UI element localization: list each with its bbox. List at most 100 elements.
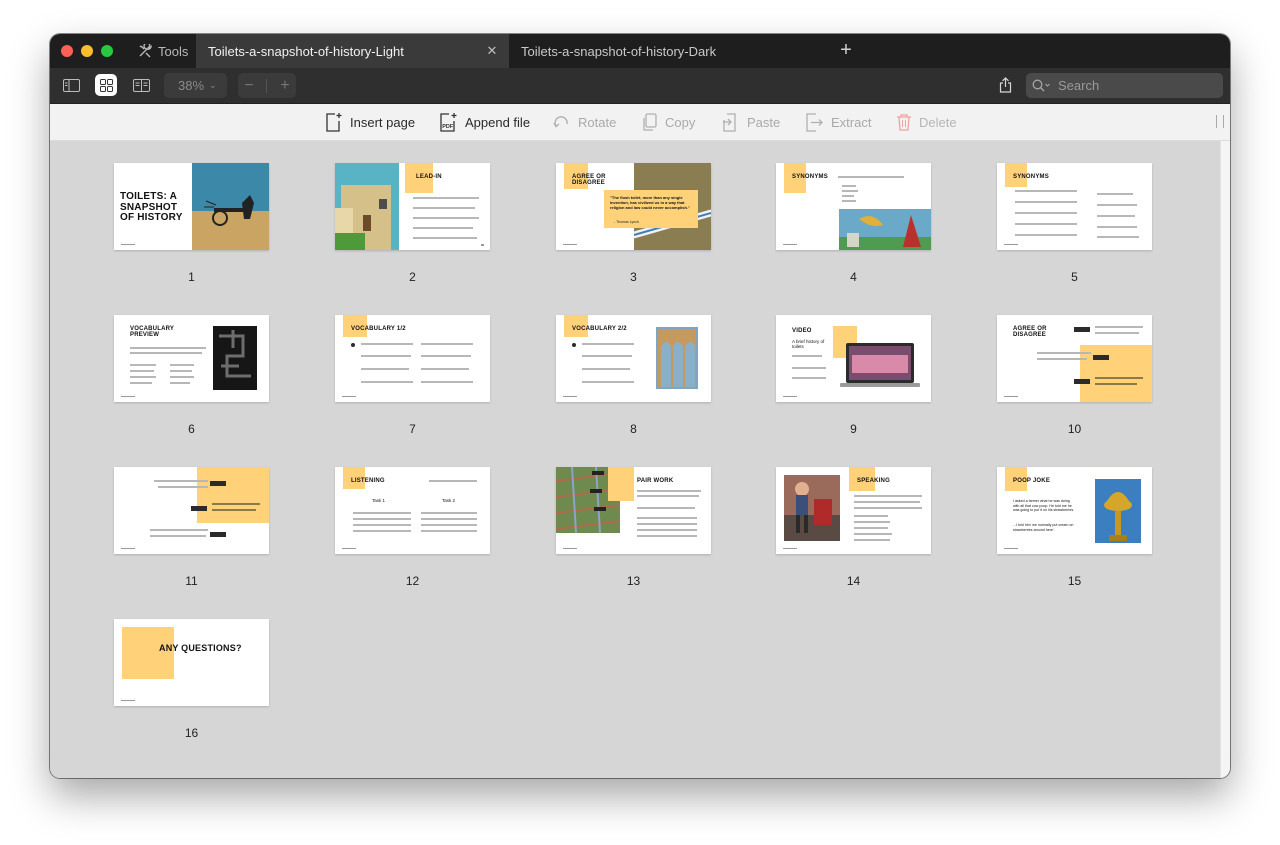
- page-thumbnail-4[interactable]: SYNONYMS: [776, 163, 931, 250]
- page-thumbnail-7[interactable]: VOCABULARY 1/2: [335, 315, 490, 402]
- text-line: [421, 530, 477, 532]
- title-bar: Tools Toilets-a-snapshot-of-history-Ligh…: [50, 34, 1230, 68]
- text-line: [361, 355, 411, 357]
- slide-title: VOCABULARY 2/2: [572, 326, 627, 332]
- page-thumbnail-15[interactable]: POOP JOKE I asked a farmer what he was d…: [997, 467, 1152, 554]
- delete-button[interactable]: Delete: [896, 104, 957, 140]
- page-thumbnail-3[interactable]: AGREE OR DISAGREE "The flush toilet, mor…: [556, 163, 711, 250]
- zoom-select[interactable]: 38% ⌄: [164, 73, 227, 98]
- text-line: [1015, 223, 1077, 225]
- answer-box: [210, 532, 226, 537]
- page-actions-bar: Insert page PDF Append file Rotate Copy …: [50, 104, 1230, 141]
- building-illustration: [335, 163, 399, 250]
- slide-footer: [1004, 396, 1018, 397]
- rotate-icon: [553, 116, 568, 128]
- insert-page-icon: [326, 113, 342, 132]
- text-line: [421, 381, 473, 383]
- share-icon: [999, 77, 1011, 93]
- text-line: [854, 521, 890, 523]
- slide-title: PAIR WORK: [637, 478, 674, 484]
- page-number: 9: [850, 422, 857, 436]
- tab-light-document[interactable]: Toilets-a-snapshot-of-history-Light ✕: [196, 34, 508, 68]
- page-number: 2: [409, 270, 416, 284]
- zoom-in-icon[interactable]: +: [280, 77, 289, 95]
- text-line: [854, 533, 892, 535]
- pipes-illustration: [213, 326, 257, 390]
- page-thumbnail-10[interactable]: AGREE OR DISAGREE: [997, 315, 1152, 402]
- scrollbar[interactable]: [1220, 141, 1230, 778]
- text-line: [421, 343, 473, 345]
- slide-footer: [783, 244, 797, 245]
- page-number: 4: [850, 270, 857, 284]
- text-line: [413, 217, 479, 219]
- append-file-button[interactable]: PDF Append file: [439, 104, 530, 140]
- text-line: [842, 195, 854, 197]
- zoom-out-icon[interactable]: −: [244, 77, 253, 95]
- zoom-window-button[interactable]: [101, 45, 113, 57]
- page-number: 16: [184, 726, 199, 740]
- text-line: [1097, 226, 1137, 228]
- page-thumbnail-9[interactable]: VIDEO A brief history of toilets: [776, 315, 931, 402]
- sidebar-toggle-button[interactable]: [60, 74, 82, 96]
- app-window: Tools Toilets-a-snapshot-of-history-Ligh…: [50, 34, 1230, 778]
- search-input[interactable]: [1056, 77, 1210, 94]
- page-thumbnail-11[interactable]: [114, 467, 269, 554]
- minimize-window-button[interactable]: [81, 45, 93, 57]
- slide-footer: [121, 548, 135, 549]
- text-line: [413, 197, 479, 199]
- page-thumbnail-16[interactable]: ANY QUESTIONS?: [114, 619, 269, 706]
- text-line: [158, 486, 208, 488]
- rotate-label: Rotate: [578, 114, 617, 130]
- text-line: [429, 480, 477, 482]
- tab-label: Toilets-a-snapshot-of-history-Light: [208, 43, 404, 59]
- close-tab-icon[interactable]: ✕: [485, 44, 499, 58]
- text-line: [582, 381, 634, 383]
- page-thumbnail-14[interactable]: SPEAKING: [776, 467, 931, 554]
- answer-box: [1074, 327, 1090, 332]
- text-line: [170, 364, 194, 366]
- text-line: [854, 507, 922, 509]
- page-thumbnail-6[interactable]: VOCABULARY PREVIEW: [114, 315, 269, 402]
- page-thumbnail-12[interactable]: LISTENING Task 1 Task 2: [335, 467, 490, 554]
- copy-icon: [643, 112, 657, 131]
- slide-footer: [783, 548, 797, 549]
- chevron-down-icon: ⌄: [209, 80, 217, 90]
- share-button[interactable]: [994, 74, 1016, 96]
- text-line: [637, 517, 697, 519]
- task-1-label: Task 1: [372, 498, 386, 503]
- svg-text:PDF: PDF: [442, 124, 454, 130]
- toolbar-resize-handle[interactable]: [1216, 115, 1224, 128]
- zoom-stepper[interactable]: − +: [238, 73, 296, 98]
- close-window-button[interactable]: [61, 45, 73, 57]
- page-number: 7: [409, 422, 416, 436]
- slide-title: LEAD-IN: [416, 174, 442, 180]
- new-tab-button[interactable]: +: [836, 40, 856, 60]
- page-view-button[interactable]: [130, 74, 152, 96]
- page-thumbnail-8[interactable]: VOCABULARY 2/2: [556, 315, 711, 402]
- tab-dark-document[interactable]: Toilets-a-snapshot-of-history-Dark: [508, 34, 812, 68]
- extract-button[interactable]: Extract: [805, 104, 871, 140]
- text-line: [637, 529, 697, 531]
- slide-title: LISTENING: [351, 478, 385, 484]
- search-field[interactable]: [1026, 73, 1223, 98]
- page-thumbnail-5[interactable]: SYNONYMS: [997, 163, 1152, 250]
- text-line: [421, 368, 469, 370]
- copy-button[interactable]: Copy: [642, 104, 695, 140]
- text-line: [130, 382, 152, 384]
- rotate-button[interactable]: Rotate: [553, 104, 616, 140]
- text-line: [582, 368, 630, 370]
- slide-title: VOCABULARY PREVIEW: [130, 326, 175, 339]
- paste-icon: [723, 112, 736, 132]
- grid-view-button[interactable]: [95, 74, 117, 96]
- insert-page-button[interactable]: Insert page: [325, 104, 415, 140]
- page-thumbnail-2[interactable]: LEAD-IN: [335, 163, 490, 250]
- joke-line-2: ...I told him 'we normally put cream on …: [1013, 523, 1074, 532]
- tools-tab[interactable]: Tools: [138, 34, 188, 68]
- text-line: [1097, 215, 1135, 217]
- paste-button[interactable]: Paste: [722, 104, 780, 140]
- page-thumbnail-1[interactable]: TOILETS: A SNAPSHOT OF HISTORY: [114, 163, 269, 250]
- text-line: [1095, 383, 1137, 385]
- text-line: [1037, 352, 1091, 354]
- page-thumbnail-13[interactable]: PAIR WORK: [556, 467, 711, 554]
- page-number: 1: [188, 270, 195, 284]
